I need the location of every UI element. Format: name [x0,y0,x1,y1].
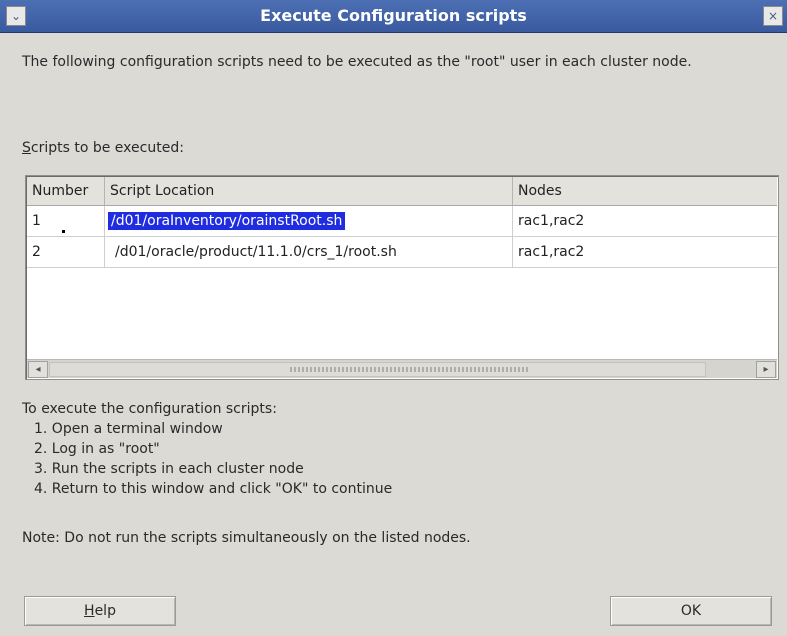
instructions-steps: 1. Open a terminal window 2. Log in as "… [22,419,392,499]
row-nodes: rac1,rac2 [513,206,777,236]
scripts-label-mnemonic: S [22,140,31,156]
table-row[interactable]: 1 /d01/oraInventory/orainstRoot.sh rac1,… [27,206,777,237]
row-number: 2 [27,237,105,267]
row-nodes: rac1,rac2 [518,244,585,260]
close-icon[interactable]: × [763,6,783,26]
row-number: 1 [27,206,105,236]
instructions-title: To execute the configuration scripts: [22,401,277,417]
title-bar: ⌄ Execute Configuration scripts × [0,0,787,33]
scripts-table: Number Script Location Nodes 1 /d01/oraI… [25,175,779,380]
ok-button[interactable]: OK [610,596,772,626]
note-text: Note: Do not run the scripts simultaneou… [22,530,471,546]
instructions: To execute the configuration scripts: 1.… [22,399,392,499]
help-mnemonic: H [84,603,95,619]
horizontal-scrollbar[interactable]: ◂ ▸ [27,359,777,378]
scrollbar-grip [290,367,530,372]
scripts-label-text: cripts to be executed: [30,140,184,156]
scroll-right-icon[interactable]: ▸ [756,361,776,378]
table-row[interactable]: 2 /d01/oracle/product/11.1.0/crs_1/root.… [27,237,777,268]
cursor-dot [62,230,65,233]
table-body: 1 /d01/oraInventory/orainstRoot.sh rac1,… [27,206,777,268]
intro-text: The following configuration scripts need… [22,54,692,70]
scrollbar-thumb[interactable] [49,362,706,377]
row-script-location[interactable]: /d01/oraInventory/orainstRoot.sh [105,206,513,236]
scroll-left-icon[interactable]: ◂ [28,361,48,378]
column-header-number[interactable]: Number [27,177,105,205]
column-header-script-location[interactable]: Script Location [105,177,513,205]
selected-text: /d01/oraInventory/orainstRoot.sh [106,211,347,231]
instruction-step: 1. Open a terminal window [34,421,223,437]
column-header-nodes[interactable]: Nodes [513,177,777,205]
help-label: elp [94,603,116,619]
row-script-location[interactable]: /d01/oracle/product/11.1.0/crs_1/root.sh [105,237,513,267]
window-title: Execute Configuration scripts [260,6,527,25]
help-button[interactable]: Help [24,596,176,626]
scripts-label: Scripts to be executed: [22,140,184,156]
instruction-step: 4. Return to this window and click "OK" … [34,481,393,497]
table-header: Number Script Location Nodes [27,177,777,206]
instruction-step: 3. Run the scripts in each cluster node [34,461,304,477]
instruction-step: 2. Log in as "root" [34,441,160,457]
